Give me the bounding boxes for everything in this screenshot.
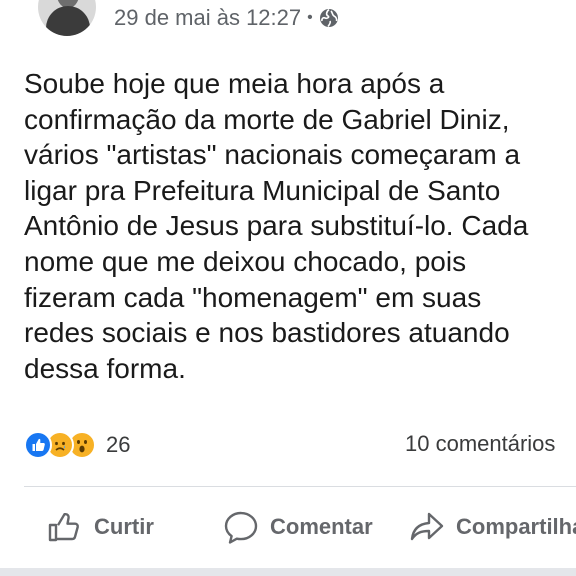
post-text-line: vários "artistas" nacionais começaram a [24, 139, 521, 171]
comment-button[interactable]: Comentar [222, 505, 373, 549]
post-meta: 29 de mai às 12:27 • [114, 4, 339, 32]
post-text: Soube hoje que meia hora após a confirma… [24, 66, 576, 386]
like-button-label: Curtir [94, 514, 154, 539]
post-text-line: Antônio de Jesus para substituí-lo. Cada [24, 210, 529, 242]
post-timestamp[interactable]: 29 de mai às 12:27 [114, 5, 301, 31]
share-button[interactable]: Compartilhar [408, 505, 576, 549]
like-icon [24, 431, 52, 459]
post-text-line: confirmação da morte de Gabriel Diniz, [24, 103, 510, 135]
comments-count[interactable]: 10 comentários [405, 431, 555, 457]
post-text-line: redes sociais e nos bastidores atuando [24, 317, 510, 349]
comment-button-label: Comentar [270, 514, 373, 539]
avatar-body [46, 6, 90, 36]
post-text-line: fizeram cada "homenagem" em suas [24, 281, 482, 313]
like-button[interactable]: Curtir [46, 505, 154, 549]
avatar[interactable] [38, 0, 96, 36]
bottom-separator [0, 568, 576, 576]
share-button-label: Compartilhar [456, 514, 576, 539]
post-text-line: ligar pra Prefeitura Municipal de Santo [24, 174, 501, 206]
reaction-count: 26 [106, 432, 131, 457]
post-text-line: nome que me deixou chocado, pois [24, 245, 467, 277]
post-text-line: dessa forma. [24, 352, 186, 384]
thumbs-up-icon [48, 513, 79, 542]
post-text-line: Soube hoje que meia hora após a [24, 68, 445, 99]
comment-icon [224, 511, 258, 544]
reactions-summary[interactable]: 26 [24, 428, 130, 462]
globe-icon[interactable] [319, 8, 339, 28]
meta-separator: • [307, 9, 313, 26]
share-icon [410, 512, 444, 541]
divider [24, 486, 576, 487]
facebook-post: 29 de mai às 12:27 • Soube hoje que meia… [0, 0, 576, 576]
